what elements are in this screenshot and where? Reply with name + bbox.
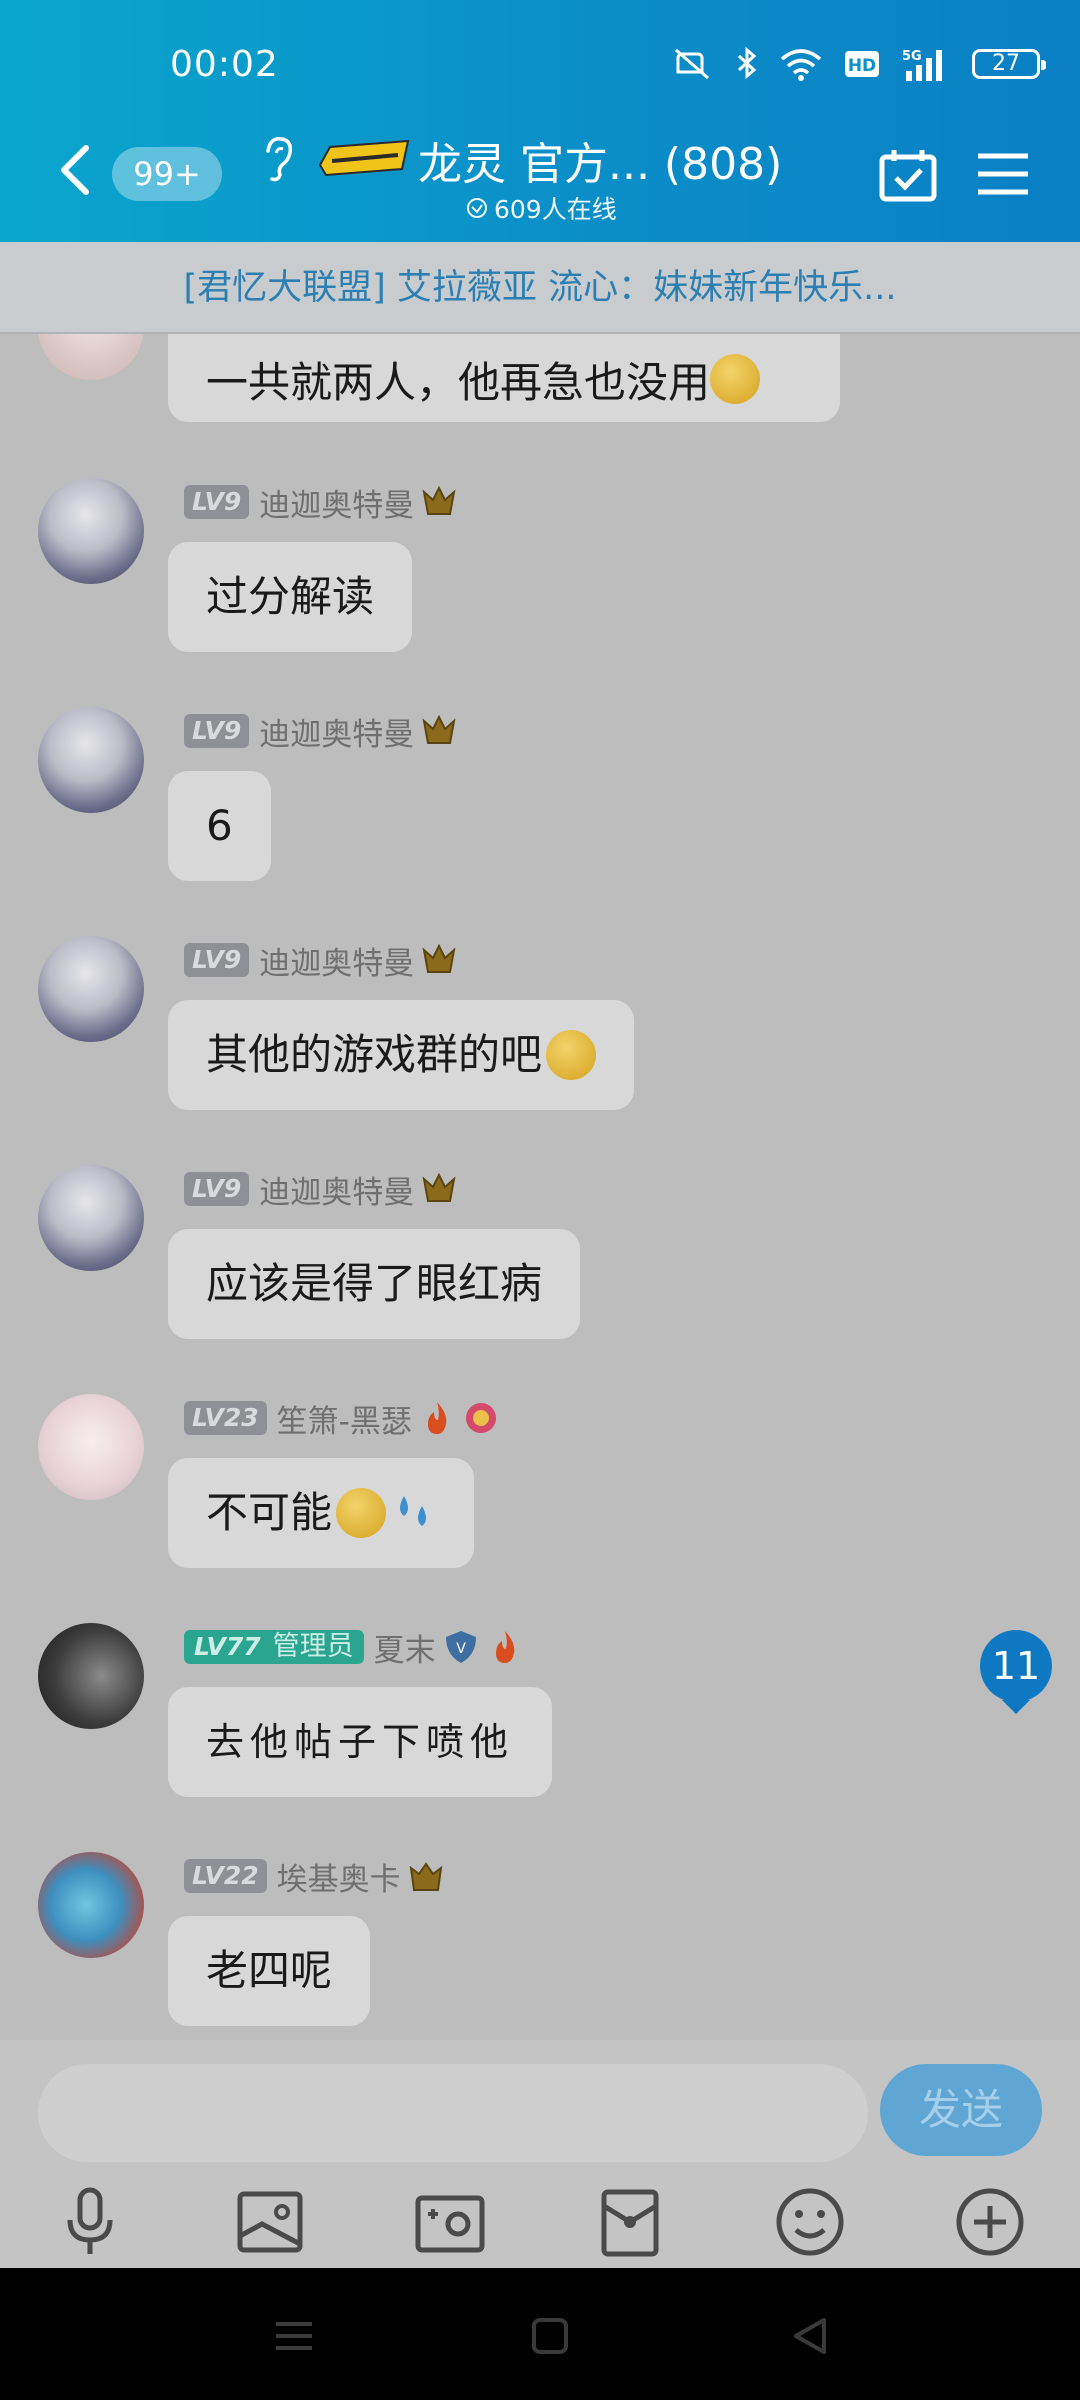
group-title[interactable]: 龙灵 官方... (808) [418,128,782,192]
avatar[interactable] [38,707,144,813]
level-badge: LV77 [194,1632,261,1661]
message-text: 应该是得了眼红病 [206,1259,543,1308]
sender-name[interactable]: 埃基奥卡 [277,1854,401,1899]
message-text: 其他的游戏群的吧 [206,1030,543,1079]
online-count: 609人在线 [494,195,617,224]
avatar[interactable] [38,1394,144,1500]
input-toolbar [0,2184,1080,2260]
message-bubble[interactable]: 一共就两人，他再急也没用 [168,334,840,422]
sender-meta: LV23 笙箫-黑瑟 [184,1396,500,1441]
worried-emoji-icon [546,1030,597,1080]
flower-icon [465,1403,496,1433]
avatar[interactable] [38,478,144,584]
message-bubble[interactable]: 应该是得了眼红病 [168,1229,581,1339]
message-text: 老四呢 [206,1946,333,1995]
level-badge: LV9 [184,485,250,519]
crown-badge-icon [422,943,456,973]
message-bubble[interactable]: 6 [168,771,271,881]
svg-text:HD: HD [848,56,876,76]
sender-meta: LV9 迪迦奥特曼 [184,480,458,525]
crown-badge-icon [422,1172,456,1202]
admin-level-badge: LV77 管理员 [184,1630,364,1664]
input-area: 发送 [0,2040,1080,2268]
message-input[interactable] [38,2064,868,2162]
fire-icon [427,1402,447,1434]
back-nav-icon[interactable] [786,2312,834,2360]
level-badge: LV9 [184,714,250,748]
signal-5g-icon: 5G [902,49,942,81]
sender-meta: LV9 迪迦奥特曼 [184,938,458,983]
send-button[interactable]: 发送 [880,2064,1042,2156]
crown-badge-icon [422,714,456,744]
wifi-icon [780,49,822,81]
grin-emoji-icon [336,1488,387,1538]
sender-name[interactable]: 迪迦奥特曼 [259,709,414,754]
svg-text:5G: 5G [902,49,922,64]
sender-name[interactable]: 笙箫-黑瑟 [277,1396,412,1441]
svg-text:V: V [456,1641,466,1657]
calendar-check-icon[interactable] [878,147,938,203]
message-text: 不可能 [206,1488,333,1537]
status-icons: HD 5G 27 [670,46,1046,82]
plus-icon[interactable] [952,2184,1028,2260]
level-badge: LV23 [184,1401,267,1435]
chat-list[interactable]: 一共就两人，他再急也没用 LV9 迪迦奥特曼 过分解读 LV9 迪迦奥特曼 6 … [0,334,1080,2040]
mute-vibrate-icon [675,48,709,80]
red-packet-icon[interactable] [592,2184,668,2260]
sender-meta: LV9 迪迦奥特曼 [184,1167,458,1212]
tongue-emoji-icon [710,354,761,404]
announcement-bar[interactable]: [君忆大联盟] 艾拉薇亚 流心：妹妹新年快乐... [0,242,1080,334]
online-check-icon [467,198,487,218]
system-nav-bar [0,2268,1080,2400]
home-icon[interactable] [526,2312,574,2360]
emoji-icon[interactable] [772,2184,848,2260]
camera-icon[interactable] [412,2184,488,2260]
group-logo-icon [318,139,410,177]
image-icon[interactable] [232,2184,308,2260]
message-bubble[interactable]: 不可能 [168,1458,475,1568]
message-bubble[interactable]: 其他的游戏群的吧 [168,1000,635,1110]
menu-icon[interactable] [976,150,1030,198]
unread-badge[interactable]: 99+ [112,147,222,201]
back-icon[interactable] [50,140,100,200]
sender-name[interactable]: 迪迦奥特曼 [259,938,414,983]
battery-icon: 27 [972,49,1046,79]
level-badge: LV9 [184,943,250,977]
level-badge: LV9 [184,1172,250,1206]
sender-meta: LV22 埃基奥卡 [184,1854,445,1899]
sender-name[interactable]: 夏末 [374,1625,436,1670]
message-text: 6 [206,801,233,850]
status-time: 00:02 [170,44,279,85]
sweat-drops-icon [400,1496,427,1526]
level-badge: LV22 [184,1859,267,1893]
microphone-icon[interactable] [52,2184,128,2260]
avatar[interactable] [38,1623,144,1729]
message-bubble[interactable]: 老四呢 [168,1916,371,2026]
chat-header: 00:02 HD 5G 27 99+ 龙灵 官方... (808) 609人在线 [0,0,1080,242]
bluetooth-icon [737,46,757,80]
online-status: 609人在线 [466,190,617,226]
avatar[interactable] [38,1165,144,1271]
new-message-count-badge[interactable]: 11 [980,1630,1052,1714]
crown-badge-icon [409,1862,442,1891]
avatar[interactable] [38,1852,144,1958]
hd-icon: HD [845,51,879,77]
sender-meta: LV77 管理员 夏末 V [184,1625,524,1670]
avatar[interactable] [38,936,144,1042]
role-label: 管理员 [272,1631,354,1662]
shield-badge-icon: V [445,1631,476,1663]
sender-meta: LV9 迪迦奥特曼 [184,709,458,754]
message-bubble[interactable]: 过分解读 [168,542,413,652]
sender-name[interactable]: 迪迦奥特曼 [259,1167,414,1212]
avatar[interactable] [38,334,144,380]
message-text: 去他帖子下喷他 [206,1720,515,1764]
fire-icon [495,1631,514,1663]
message-text: 一共就两人，他再急也没用 [206,357,711,407]
ear-icon[interactable] [260,135,296,185]
message-text: 过分解读 [206,572,375,621]
sender-name[interactable]: 迪迦奥特曼 [259,480,414,525]
message-bubble[interactable]: 去他帖子下喷他 [168,1687,553,1797]
recent-apps-icon[interactable] [270,2312,318,2360]
crown-badge-icon [422,485,456,515]
